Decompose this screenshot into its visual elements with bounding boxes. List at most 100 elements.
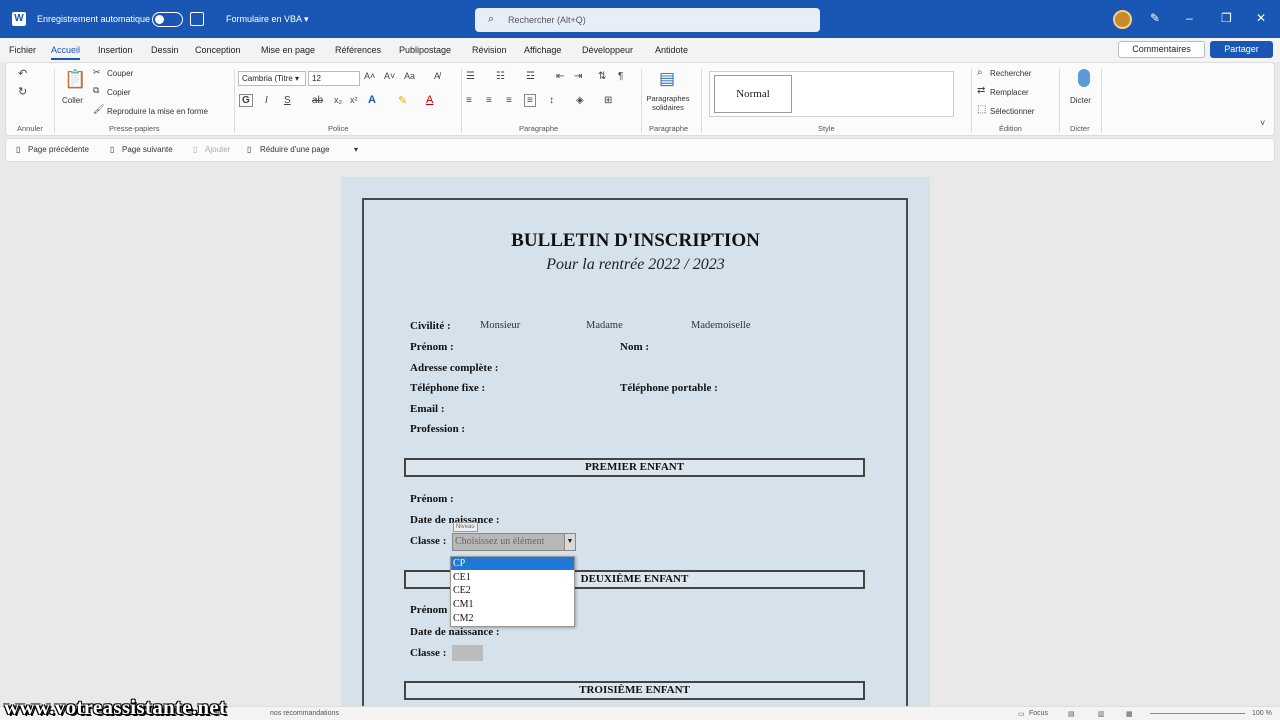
align-center-icon[interactable]: ≡: [486, 95, 492, 106]
read-mode-icon[interactable]: ▤: [1068, 710, 1075, 718]
subscript-icon[interactable]: x₂: [334, 95, 342, 105]
next-page-button[interactable]: Page suivante: [122, 145, 173, 154]
classe-dropdown[interactable]: Choisissez un élément ▼: [452, 533, 576, 551]
justify-icon[interactable]: ≡: [524, 94, 536, 107]
civilite-option-mademoiselle[interactable]: Mademoiselle: [691, 320, 750, 331]
dropdown-option-cm2[interactable]: CM2: [451, 612, 574, 625]
text-effects-icon[interactable]: A: [368, 94, 376, 106]
find-button[interactable]: Rechercher: [990, 69, 1031, 78]
increase-indent-icon[interactable]: ⇥: [574, 71, 582, 82]
autosave-toggle[interactable]: [152, 12, 183, 27]
chevron-down-icon[interactable]: ▾: [354, 145, 358, 154]
format-painter-icon[interactable]: 🖌: [93, 104, 104, 115]
dropdown-arrow-icon[interactable]: ▼: [564, 534, 575, 550]
dropdown-option-cp[interactable]: CP: [451, 557, 574, 570]
cut-icon[interactable]: ✂: [93, 67, 101, 78]
dropdown-option-cm1[interactable]: CM1: [451, 598, 574, 611]
find-icon[interactable]: ⌕: [977, 67, 983, 78]
tab-antidote[interactable]: Antidote: [655, 45, 688, 55]
clear-format-icon[interactable]: A̸: [434, 71, 440, 81]
align-right-icon[interactable]: ≡: [506, 95, 512, 106]
copy-icon[interactable]: ⧉: [93, 85, 99, 96]
save-icon[interactable]: [190, 12, 204, 26]
italic-icon[interactable]: I: [265, 95, 268, 106]
decrease-indent-icon[interactable]: ⇤: [556, 71, 564, 82]
borders-icon[interactable]: ⊞: [604, 95, 612, 106]
underline-icon[interactable]: S: [284, 95, 291, 106]
format-painter-button[interactable]: Reproduire la mise en forme: [107, 107, 208, 116]
keep-together-icon[interactable]: ▤: [659, 69, 675, 89]
word-app-icon[interactable]: W: [12, 12, 26, 26]
grow-font-icon[interactable]: A˄: [364, 71, 375, 81]
change-case-icon[interactable]: Aa: [404, 71, 415, 81]
next-page-icon[interactable]: ▯: [110, 145, 114, 154]
focus-icon[interactable]: ▭: [1018, 710, 1025, 718]
dropdown-option-ce2[interactable]: CE2: [451, 584, 574, 597]
zoom-level[interactable]: 100 %: [1252, 710, 1272, 717]
minimize-icon[interactable]: –: [1186, 11, 1193, 25]
shrink-page-button[interactable]: Réduire d'une page: [260, 145, 330, 154]
tab-fichier[interactable]: Fichier: [9, 45, 36, 55]
search-box[interactable]: ⌕ Rechercher (Alt+Q): [475, 8, 820, 32]
zoom-slider[interactable]: [1150, 713, 1245, 714]
multilevel-list-icon[interactable]: ☲: [526, 71, 535, 82]
share-button[interactable]: Partager: [1210, 41, 1273, 58]
tab-conception[interactable]: Conception: [195, 45, 241, 55]
paragraphes-solidaires-button[interactable]: Paragraphes solidaires: [643, 94, 693, 112]
microphone-icon[interactable]: [1078, 69, 1090, 87]
web-layout-icon[interactable]: ▦: [1126, 710, 1133, 718]
sort-icon[interactable]: ⇅: [598, 71, 606, 82]
restore-icon[interactable]: ❐: [1221, 11, 1232, 25]
paste-icon[interactable]: 📋: [64, 69, 86, 90]
highlight-icon[interactable]: ✎: [398, 94, 407, 107]
select-icon[interactable]: ⬚: [977, 104, 986, 115]
style-normal[interactable]: Normal: [714, 75, 792, 113]
pilcrow-icon[interactable]: ¶: [618, 71, 623, 82]
pen-icon[interactable]: ✎: [1150, 11, 1160, 25]
comments-button[interactable]: Commentaires: [1118, 41, 1205, 58]
font-size-select[interactable]: 12: [308, 71, 360, 86]
bold-icon[interactable]: G: [239, 94, 253, 107]
previous-page-icon[interactable]: ▯: [16, 145, 20, 154]
child2-classe-field[interactable]: [452, 645, 483, 661]
print-layout-icon[interactable]: ▥: [1098, 710, 1105, 718]
superscript-icon[interactable]: x²: [350, 95, 358, 105]
tab-mise-en-page[interactable]: Mise en page: [261, 45, 315, 55]
tab-dessin[interactable]: Dessin: [151, 45, 179, 55]
numbering-icon[interactable]: ☷: [496, 71, 505, 82]
line-spacing-icon[interactable]: ↕: [549, 95, 554, 106]
shrink-page-icon[interactable]: ▯: [247, 145, 251, 154]
align-left-icon[interactable]: ≡: [466, 95, 472, 106]
strikethrough-icon[interactable]: ab: [312, 95, 323, 106]
cut-button[interactable]: Couper: [107, 69, 133, 78]
tab-references[interactable]: Références: [335, 45, 381, 55]
tab-insertion[interactable]: Insertion: [98, 45, 133, 55]
dropdown-option-ce1[interactable]: CE1: [451, 571, 574, 584]
close-icon[interactable]: ✕: [1256, 11, 1266, 25]
shrink-font-icon[interactable]: A˅: [384, 71, 395, 81]
tab-accueil[interactable]: Accueil: [51, 45, 81, 60]
tab-revision[interactable]: Révision: [472, 45, 507, 55]
redo-icon[interactable]: ↻: [18, 85, 27, 98]
font-color-icon[interactable]: A: [426, 94, 433, 106]
bullets-icon[interactable]: ☰: [466, 71, 475, 82]
tab-publipostage[interactable]: Publipostage: [399, 45, 451, 55]
tab-developpeur[interactable]: Développeur: [582, 45, 633, 55]
focus-button[interactable]: Focus: [1029, 710, 1048, 717]
paste-label[interactable]: Coller: [62, 96, 83, 105]
collapse-ribbon-icon[interactable]: ˅: [1260, 118, 1265, 128]
replace-button[interactable]: Remplacer: [990, 88, 1029, 97]
select-button[interactable]: Sélectionner: [990, 107, 1034, 116]
civilite-option-monsieur[interactable]: Monsieur: [480, 320, 520, 331]
font-name-select[interactable]: Cambria (Titre ▾: [238, 71, 306, 86]
replace-icon[interactable]: ⇄: [977, 85, 985, 96]
previous-page-button[interactable]: Page précédente: [28, 145, 89, 154]
user-avatar[interactable]: [1113, 10, 1132, 29]
tab-affichage[interactable]: Affichage: [524, 45, 561, 55]
shading-icon[interactable]: ◈: [576, 95, 584, 106]
copy-button[interactable]: Copier: [107, 88, 131, 97]
dictate-button[interactable]: Dicter: [1070, 96, 1091, 105]
document-name[interactable]: Formulaire en VBA ▾: [226, 14, 309, 25]
civilite-option-madame[interactable]: Madame: [586, 320, 623, 331]
undo-icon[interactable]: ↶: [18, 67, 27, 80]
